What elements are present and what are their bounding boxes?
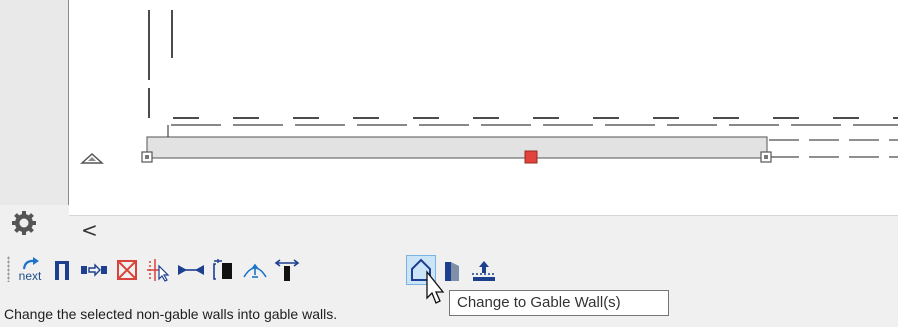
arch-up-arrow-icon [243, 263, 267, 278]
plan-view-drawing [80, 10, 898, 164]
selected-wall [146, 136, 768, 159]
status-bar-text: Change the selected non-gable walls into… [4, 306, 338, 322]
wall-height-button[interactable] [272, 255, 302, 285]
mouse-pointer-icon [426, 270, 445, 304]
gear-icon[interactable] [9, 208, 39, 238]
upload-bar-icon [472, 261, 496, 281]
reverse-layers-button[interactable] [208, 255, 238, 285]
next-button-label: next [18, 269, 42, 283]
delete-wall-button[interactable] [112, 255, 142, 285]
join-arrow-icon [81, 263, 107, 277]
next-button[interactable]: next [15, 255, 45, 285]
send-to-layer-button[interactable] [469, 255, 499, 285]
left-side-panel [0, 0, 69, 205]
wall-opening-icon [55, 261, 69, 280]
center-wall-button[interactable] [176, 255, 206, 285]
toolbar-grip-handle[interactable] [7, 256, 10, 282]
drawing-canvas[interactable] [69, 0, 898, 215]
raise-wall-button[interactable] [240, 255, 270, 285]
delete-box-icon [117, 260, 137, 280]
break-wall-button[interactable] [144, 255, 174, 285]
wall-end-handle-right-dot [764, 155, 768, 159]
scroll-left-arrow-icon[interactable]: < [81, 220, 98, 240]
break-line-cursor-icon [147, 259, 170, 282]
door-wall-button[interactable] [47, 255, 77, 285]
edit-toolbar: next [0, 250, 898, 292]
wall-layer-arrow-icon [213, 259, 232, 280]
wall-center-handle-selected [524, 150, 538, 164]
tooltip: Change to Gable Wall(s) [449, 290, 669, 316]
arrows-inward-icon [178, 265, 204, 275]
horizontal-scrollbar[interactable]: < [69, 215, 898, 246]
wall-end-handle-left-dot [145, 155, 149, 159]
pillar-arrows-icon [274, 259, 300, 281]
join-walls-button[interactable] [79, 255, 109, 285]
